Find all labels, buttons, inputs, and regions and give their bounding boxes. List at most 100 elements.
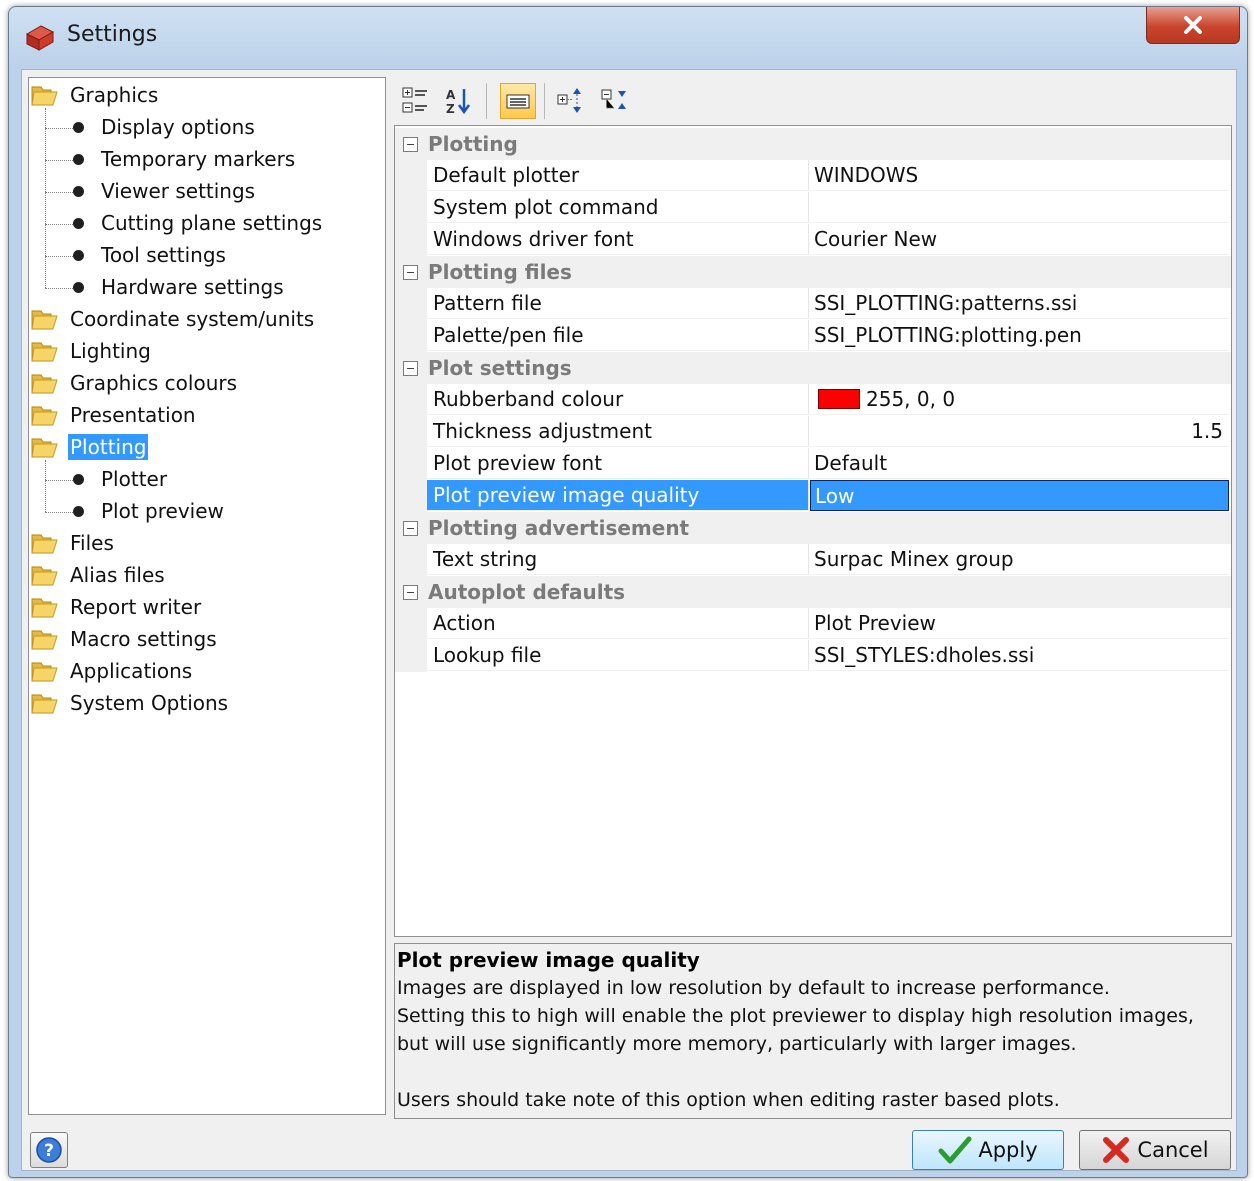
property-value-text: Courier New [814, 227, 938, 251]
tree-folder-item[interactable]: Graphics colours [31, 368, 239, 398]
property-name[interactable]: Action [427, 608, 809, 639]
categorized-button[interactable] [397, 83, 433, 119]
help-icon: ? [36, 1137, 62, 1163]
property-value[interactable]: SSI_PLOTTING:plotting.pen [810, 320, 1229, 351]
bullet-icon [73, 281, 84, 293]
property-value[interactable]: Default [810, 448, 1229, 479]
tree-item-label: Presentation [70, 403, 196, 427]
folder-icon [31, 563, 59, 587]
svg-text:?: ? [44, 1141, 54, 1161]
property-value[interactable]: SSI_STYLES:dholes.ssi [810, 640, 1229, 671]
folder-icon [31, 83, 59, 107]
category-header[interactable]: Plotting files [395, 256, 1231, 288]
property-name[interactable]: Plot preview image quality [427, 480, 809, 511]
property-name[interactable]: Thickness adjustment [427, 416, 809, 447]
tree-folder-item[interactable]: Graphics [31, 80, 160, 110]
property-row[interactable]: Plot preview image quality Low [395, 480, 1231, 512]
tree-folder-item[interactable]: Plotting [31, 432, 149, 462]
property-row[interactable]: Pattern file SSI_PLOTTING:patterns.ssi [395, 288, 1231, 320]
tree-folder-item[interactable]: Alias files [31, 560, 167, 590]
tree-item-label: System Options [70, 691, 229, 715]
tree-item-label: Applications [70, 659, 193, 683]
property-row[interactable]: Plot preview font Default [395, 448, 1231, 480]
property-value[interactable]: Plot Preview [810, 608, 1229, 639]
category-header[interactable]: Autoplot defaults [395, 576, 1231, 608]
property-row[interactable]: Palette/pen file SSI_PLOTTING:plotting.pe… [395, 320, 1231, 352]
cancel-label: Cancel [1137, 1138, 1209, 1162]
property-row[interactable]: Lookup file SSI_STYLES:dholes.ssi [395, 640, 1231, 672]
category-header[interactable]: Plot settings [395, 352, 1231, 384]
property-row[interactable]: Text string Surpac Minex group [395, 544, 1231, 576]
folder-icon [31, 659, 59, 683]
property-row[interactable]: Action Plot Preview [395, 608, 1231, 640]
category-header[interactable]: Plotting advertisement [395, 512, 1231, 544]
bullet-icon [73, 505, 84, 517]
property-value[interactable]: 1.5 [810, 416, 1229, 447]
category-label: Autoplot defaults [428, 580, 626, 604]
tree-leaf-item[interactable]: Plotter [73, 464, 169, 494]
property-row[interactable]: System plot command [395, 192, 1231, 224]
property-name[interactable]: Plot preview font [427, 448, 809, 479]
tree-folder-item[interactable]: Presentation [31, 400, 198, 430]
tree-folder-item[interactable]: Report writer [31, 592, 203, 622]
cancel-button[interactable]: Cancel [1079, 1130, 1231, 1170]
property-row[interactable]: Windows driver font Courier New [395, 224, 1231, 256]
tree-leaf-item[interactable]: Plot preview [73, 496, 226, 526]
tree-folder-item[interactable]: Lighting [31, 336, 153, 366]
tree-folder-item[interactable]: Macro settings [31, 624, 219, 654]
property-row[interactable]: Default plotter WINDOWS [395, 160, 1231, 192]
tree-leaf-item[interactable]: Cutting plane settings [73, 208, 324, 238]
property-row[interactable]: Rubberband colour 255, 0, 0 [395, 384, 1231, 416]
collapse-icon[interactable] [403, 584, 418, 600]
property-value[interactable]: Low [810, 480, 1229, 511]
property-value[interactable]: Surpac Minex group [810, 544, 1229, 575]
collapse-icon[interactable] [403, 360, 418, 376]
property-name[interactable]: System plot command [427, 192, 809, 223]
tree-leaf-item[interactable]: Tool settings [73, 240, 228, 270]
property-name[interactable]: Palette/pen file [427, 320, 809, 351]
sort-alphabetical-button[interactable]: AZ [440, 83, 476, 119]
tree-folder-item[interactable]: Files [31, 528, 116, 558]
row-gutter [395, 160, 427, 192]
tree-item-label: Lighting [70, 339, 151, 363]
tree-folder-item[interactable]: Coordinate system/units [31, 304, 316, 334]
property-value[interactable]: 255, 0, 0 [810, 384, 1229, 415]
property-grid[interactable]: Plotting Default plotter WINDOWS System plo… [394, 125, 1232, 937]
property-name[interactable]: Default plotter [427, 160, 809, 191]
help-button[interactable]: ? [30, 1132, 68, 1168]
folder-icon [31, 531, 59, 555]
property-name[interactable]: Lookup file [427, 640, 809, 671]
property-value-text: SSI_PLOTTING:patterns.ssi [814, 291, 1078, 315]
property-row[interactable]: Thickness adjustment 1.5 [395, 416, 1231, 448]
folder-icon [31, 435, 59, 459]
close-button[interactable] [1146, 7, 1240, 44]
tree-folder-item[interactable]: Applications [31, 656, 194, 686]
property-value[interactable]: SSI_PLOTTING:patterns.ssi [810, 288, 1229, 319]
settings-tree[interactable]: Graphics Display options Temporary markers… [28, 77, 386, 1115]
collapse-icon[interactable] [403, 520, 418, 536]
property-pages-button[interactable] [500, 83, 536, 119]
tree-leaf-item[interactable]: Display options [73, 112, 257, 142]
tree-item-label: Hardware settings [101, 275, 284, 299]
category-header[interactable]: Plotting [395, 128, 1231, 160]
collapse-icon[interactable] [403, 136, 418, 152]
property-value[interactable]: WINDOWS [810, 160, 1229, 191]
apply-button[interactable]: Apply [912, 1130, 1064, 1170]
tree-folder-item[interactable]: System Options [31, 688, 230, 718]
property-name[interactable]: Windows driver font [427, 224, 809, 255]
property-value[interactable]: Courier New [810, 224, 1229, 255]
tree-leaf-item[interactable]: Temporary markers [73, 144, 297, 174]
folder-icon [31, 307, 59, 331]
collapse-all-button[interactable] [598, 83, 634, 119]
property-name[interactable]: Rubberband colour [427, 384, 809, 415]
tree-leaf-item[interactable]: Hardware settings [73, 272, 286, 302]
cancel-x-icon [1103, 1137, 1130, 1163]
expand-all-button[interactable] [554, 83, 590, 119]
tree-leaf-item[interactable]: Viewer settings [73, 176, 257, 206]
collapse-icon[interactable] [403, 264, 418, 280]
property-name[interactable]: Text string [427, 544, 809, 575]
property-value[interactable] [810, 192, 1229, 223]
toolbar-separator [486, 83, 487, 119]
property-name[interactable]: Pattern file [427, 288, 809, 319]
description-text: Images are displayed in low resolution b… [397, 977, 1194, 1111]
